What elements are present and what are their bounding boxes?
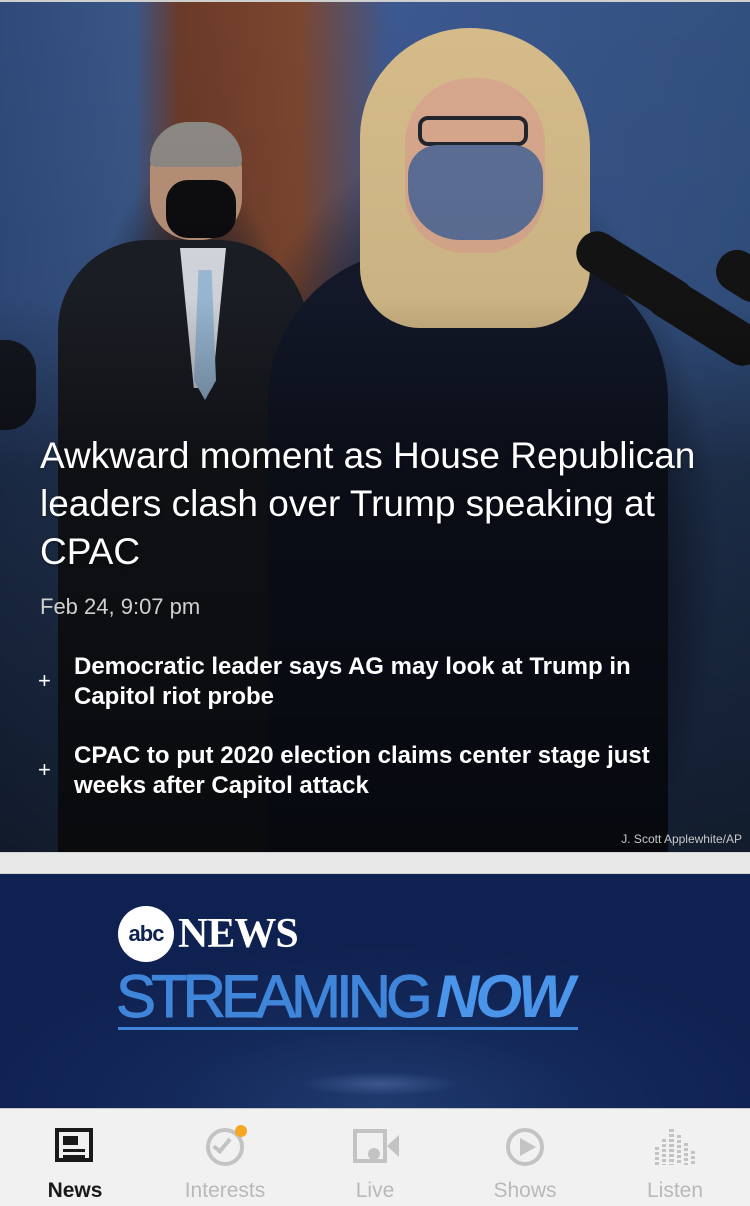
- audio-bars-icon: [653, 1125, 697, 1169]
- background-skyline: [0, 1064, 750, 1108]
- plus-icon: +: [38, 757, 51, 782]
- tab-shows[interactable]: Shows: [450, 1109, 600, 1206]
- photo-gradient-overlay: [0, 0, 750, 852]
- top-story-card[interactable]: Awkward moment as House Republican leade…: [0, 0, 750, 852]
- related-story-text: Democratic leader says AG may look at Tr…: [74, 653, 631, 710]
- story-headline[interactable]: Awkward moment as House Republican leade…: [40, 432, 740, 576]
- check-circle-icon: [203, 1125, 247, 1169]
- tab-label: Listen: [646, 1179, 704, 1202]
- streaming-now-banner[interactable]: abc NEWS STREAMING NOW: [0, 874, 750, 1108]
- tab-live[interactable]: Live: [300, 1109, 450, 1206]
- newspaper-icon: [53, 1125, 97, 1169]
- bottom-tab-bar: News Interests Live Shows Listen: [0, 1108, 750, 1206]
- story-timestamp: Feb 24, 9:07 pm: [40, 594, 201, 619]
- tab-label: News: [47, 1179, 103, 1202]
- related-story-link[interactable]: + CPAC to put 2020 election claims cente…: [38, 741, 718, 801]
- abc-logo: abc: [118, 906, 174, 962]
- related-story-link[interactable]: + Democratic leader says AG may look at …: [38, 652, 718, 712]
- plus-icon: +: [38, 668, 51, 693]
- related-story-text: CPAC to put 2020 election claims center …: [74, 742, 650, 799]
- streaming-wordmark: STREAMING: [116, 963, 434, 1031]
- photo-credit: J. Scott Applewhite/AP: [621, 832, 742, 846]
- tab-label: Interests: [184, 1179, 266, 1202]
- tab-interests[interactable]: Interests: [150, 1109, 300, 1206]
- news-wordmark: NEWS: [178, 911, 299, 957]
- tab-listen[interactable]: Listen: [600, 1109, 750, 1206]
- notification-badge: [235, 1125, 247, 1137]
- video-camera-icon: [353, 1125, 399, 1169]
- now-wordmark: NOW: [436, 963, 575, 1030]
- tab-news[interactable]: News: [0, 1109, 150, 1206]
- play-circle-icon: [503, 1125, 547, 1169]
- tab-label: Live: [355, 1179, 395, 1202]
- tab-label: Shows: [493, 1179, 557, 1202]
- banner-underline: [118, 1027, 578, 1030]
- section-divider: [0, 852, 750, 874]
